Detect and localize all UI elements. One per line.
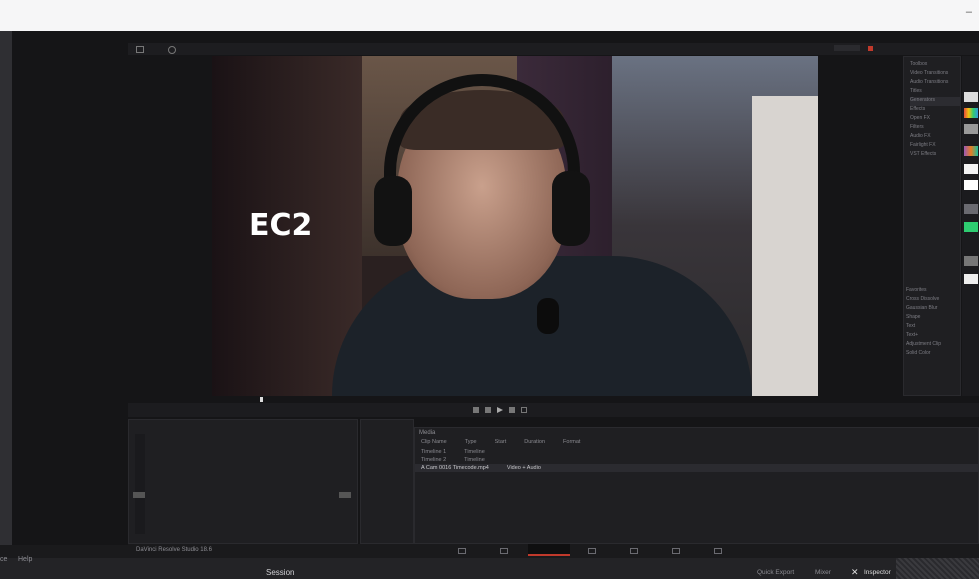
fusion-page-icon[interactable]	[588, 548, 596, 554]
effect-thumb[interactable]	[964, 256, 978, 266]
table-row[interactable]: A Cam 0016 Timecode.mp4 Video + Audio	[415, 464, 979, 472]
clip-name: Timeline 2	[421, 457, 447, 463]
effects-item[interactable]: Video Transitions	[910, 70, 960, 79]
loop-icon[interactable]	[521, 407, 527, 413]
media-pool-title: Media	[419, 430, 436, 436]
clip-type: Video + Audio	[506, 465, 541, 471]
effect-thumb[interactable]	[964, 108, 978, 118]
fairlight-page-icon[interactable]	[672, 548, 680, 554]
minimize-button[interactable]: –	[966, 6, 972, 18]
effects-item[interactable]: Generators	[910, 97, 960, 106]
inspector-button[interactable]: Inspector	[864, 569, 891, 576]
bins-panel	[360, 419, 414, 544]
clip-name: A Cam 0016 Timecode.mp4	[421, 465, 489, 471]
effect-thumb[interactable]	[964, 222, 978, 232]
speaker-icon[interactable]	[168, 46, 176, 54]
column-header[interactable]: Duration	[524, 439, 545, 445]
record-icon[interactable]	[868, 46, 873, 51]
fast-forward-icon[interactable]	[509, 407, 515, 413]
close-icon[interactable]: ✕	[851, 567, 859, 578]
favorites-item[interactable]: Gaussian Blur	[906, 305, 960, 314]
clip-name: Timeline 1	[421, 449, 447, 455]
favorites-item[interactable]: Adjustment Clip	[906, 341, 960, 350]
transport-bar	[128, 397, 979, 417]
media-pool: Media Clip Name Type Start Duration Form…	[414, 427, 979, 544]
effect-thumb[interactable]	[964, 274, 978, 284]
fader-handle[interactable]	[133, 492, 145, 498]
quick-export-button[interactable]: Quick Export	[757, 569, 794, 576]
headset-mic	[537, 298, 559, 334]
deliver-page-icon[interactable]	[714, 548, 722, 554]
headphones-left-cup	[374, 176, 412, 246]
clip-type: Timeline	[464, 449, 485, 455]
effects-item[interactable]: Effects	[910, 106, 960, 115]
window-title-bar	[0, 0, 979, 32]
effects-item[interactable]: VST Effects	[910, 151, 960, 160]
cut-page-icon[interactable]	[500, 548, 508, 554]
effects-item[interactable]: Audio Transitions	[910, 79, 960, 88]
favorites-list: Favorites Cross Dissolve Gaussian Blur S…	[906, 287, 960, 377]
zoom-control[interactable]	[834, 45, 860, 51]
headphones-right-cup	[552, 171, 590, 246]
column-header[interactable]: Start	[495, 439, 507, 445]
left-edge-strip	[0, 31, 12, 545]
media-page-icon[interactable]	[458, 548, 466, 554]
viewer-bg-door	[752, 96, 818, 396]
edit-page-tab[interactable]	[528, 544, 570, 556]
effects-item[interactable]: Titles	[910, 88, 960, 97]
bottom-bar: ce Help Session Quick Export Mixer ✕ Ins…	[0, 556, 979, 579]
favorites-item[interactable]: Favorites	[906, 287, 960, 296]
clip-type: Timeline	[464, 457, 485, 463]
audio-panel	[128, 419, 358, 544]
bottom-right-texture	[896, 558, 979, 579]
play-icon[interactable]	[497, 407, 503, 413]
effect-thumb[interactable]	[964, 124, 978, 134]
video-viewer[interactable]: EC2	[212, 56, 818, 396]
favorites-item[interactable]: Solid Color	[906, 350, 960, 359]
table-row[interactable]: Timeline 2 Timeline	[415, 456, 979, 464]
favorites-item[interactable]: Text+	[906, 332, 960, 341]
effect-thumb[interactable]	[964, 146, 978, 156]
effects-item[interactable]: Audio FX	[910, 133, 960, 142]
playhead-marker[interactable]	[260, 397, 263, 402]
app-toolbar	[128, 43, 979, 55]
effects-item[interactable]: Filters	[910, 124, 960, 133]
menu-item[interactable]: ce	[0, 556, 7, 563]
mixer-button[interactable]: Mixer	[815, 569, 831, 576]
effects-item[interactable]: Open FX	[910, 115, 960, 124]
color-page-icon[interactable]	[630, 548, 638, 554]
rewind-icon[interactable]	[485, 407, 491, 413]
column-header[interactable]: Format	[563, 439, 580, 445]
thumbnail-strip	[962, 56, 979, 396]
effect-thumb[interactable]	[964, 204, 978, 214]
effects-tree: Toolbox Video Transitions Audio Transiti…	[910, 61, 960, 241]
fader-handle[interactable]	[339, 492, 351, 498]
menu-item-help[interactable]: Help	[18, 556, 32, 563]
effects-item[interactable]: Toolbox	[910, 61, 960, 70]
media-pool-header: Clip Name Type Start Duration Format	[415, 438, 979, 446]
effects-item[interactable]: Fairlight FX	[910, 142, 960, 151]
column-header[interactable]: Clip Name	[421, 439, 447, 445]
viewer-overlay-text: EC2	[249, 208, 313, 243]
brand-label: DaVinci Resolve Studio 18.6	[136, 547, 212, 553]
favorites-item[interactable]: Text	[906, 323, 960, 332]
table-row[interactable]: Timeline 1 Timeline	[415, 448, 979, 456]
favorites-item[interactable]: Cross Dissolve	[906, 296, 960, 305]
favorites-item[interactable]: Shape	[906, 314, 960, 323]
audio-track-control[interactable]	[135, 434, 145, 534]
effect-thumb[interactable]	[964, 180, 978, 190]
effect-thumb[interactable]	[964, 164, 978, 174]
page-dock: DaVinci Resolve Studio 18.6	[128, 544, 979, 558]
project-name: Session	[266, 568, 295, 577]
effects-library: Toolbox Video Transitions Audio Transiti…	[903, 56, 961, 396]
stop-icon[interactable]	[473, 407, 479, 413]
column-header[interactable]: Type	[465, 439, 477, 445]
effect-thumb[interactable]	[964, 92, 978, 102]
layout-icon[interactable]	[136, 46, 144, 53]
